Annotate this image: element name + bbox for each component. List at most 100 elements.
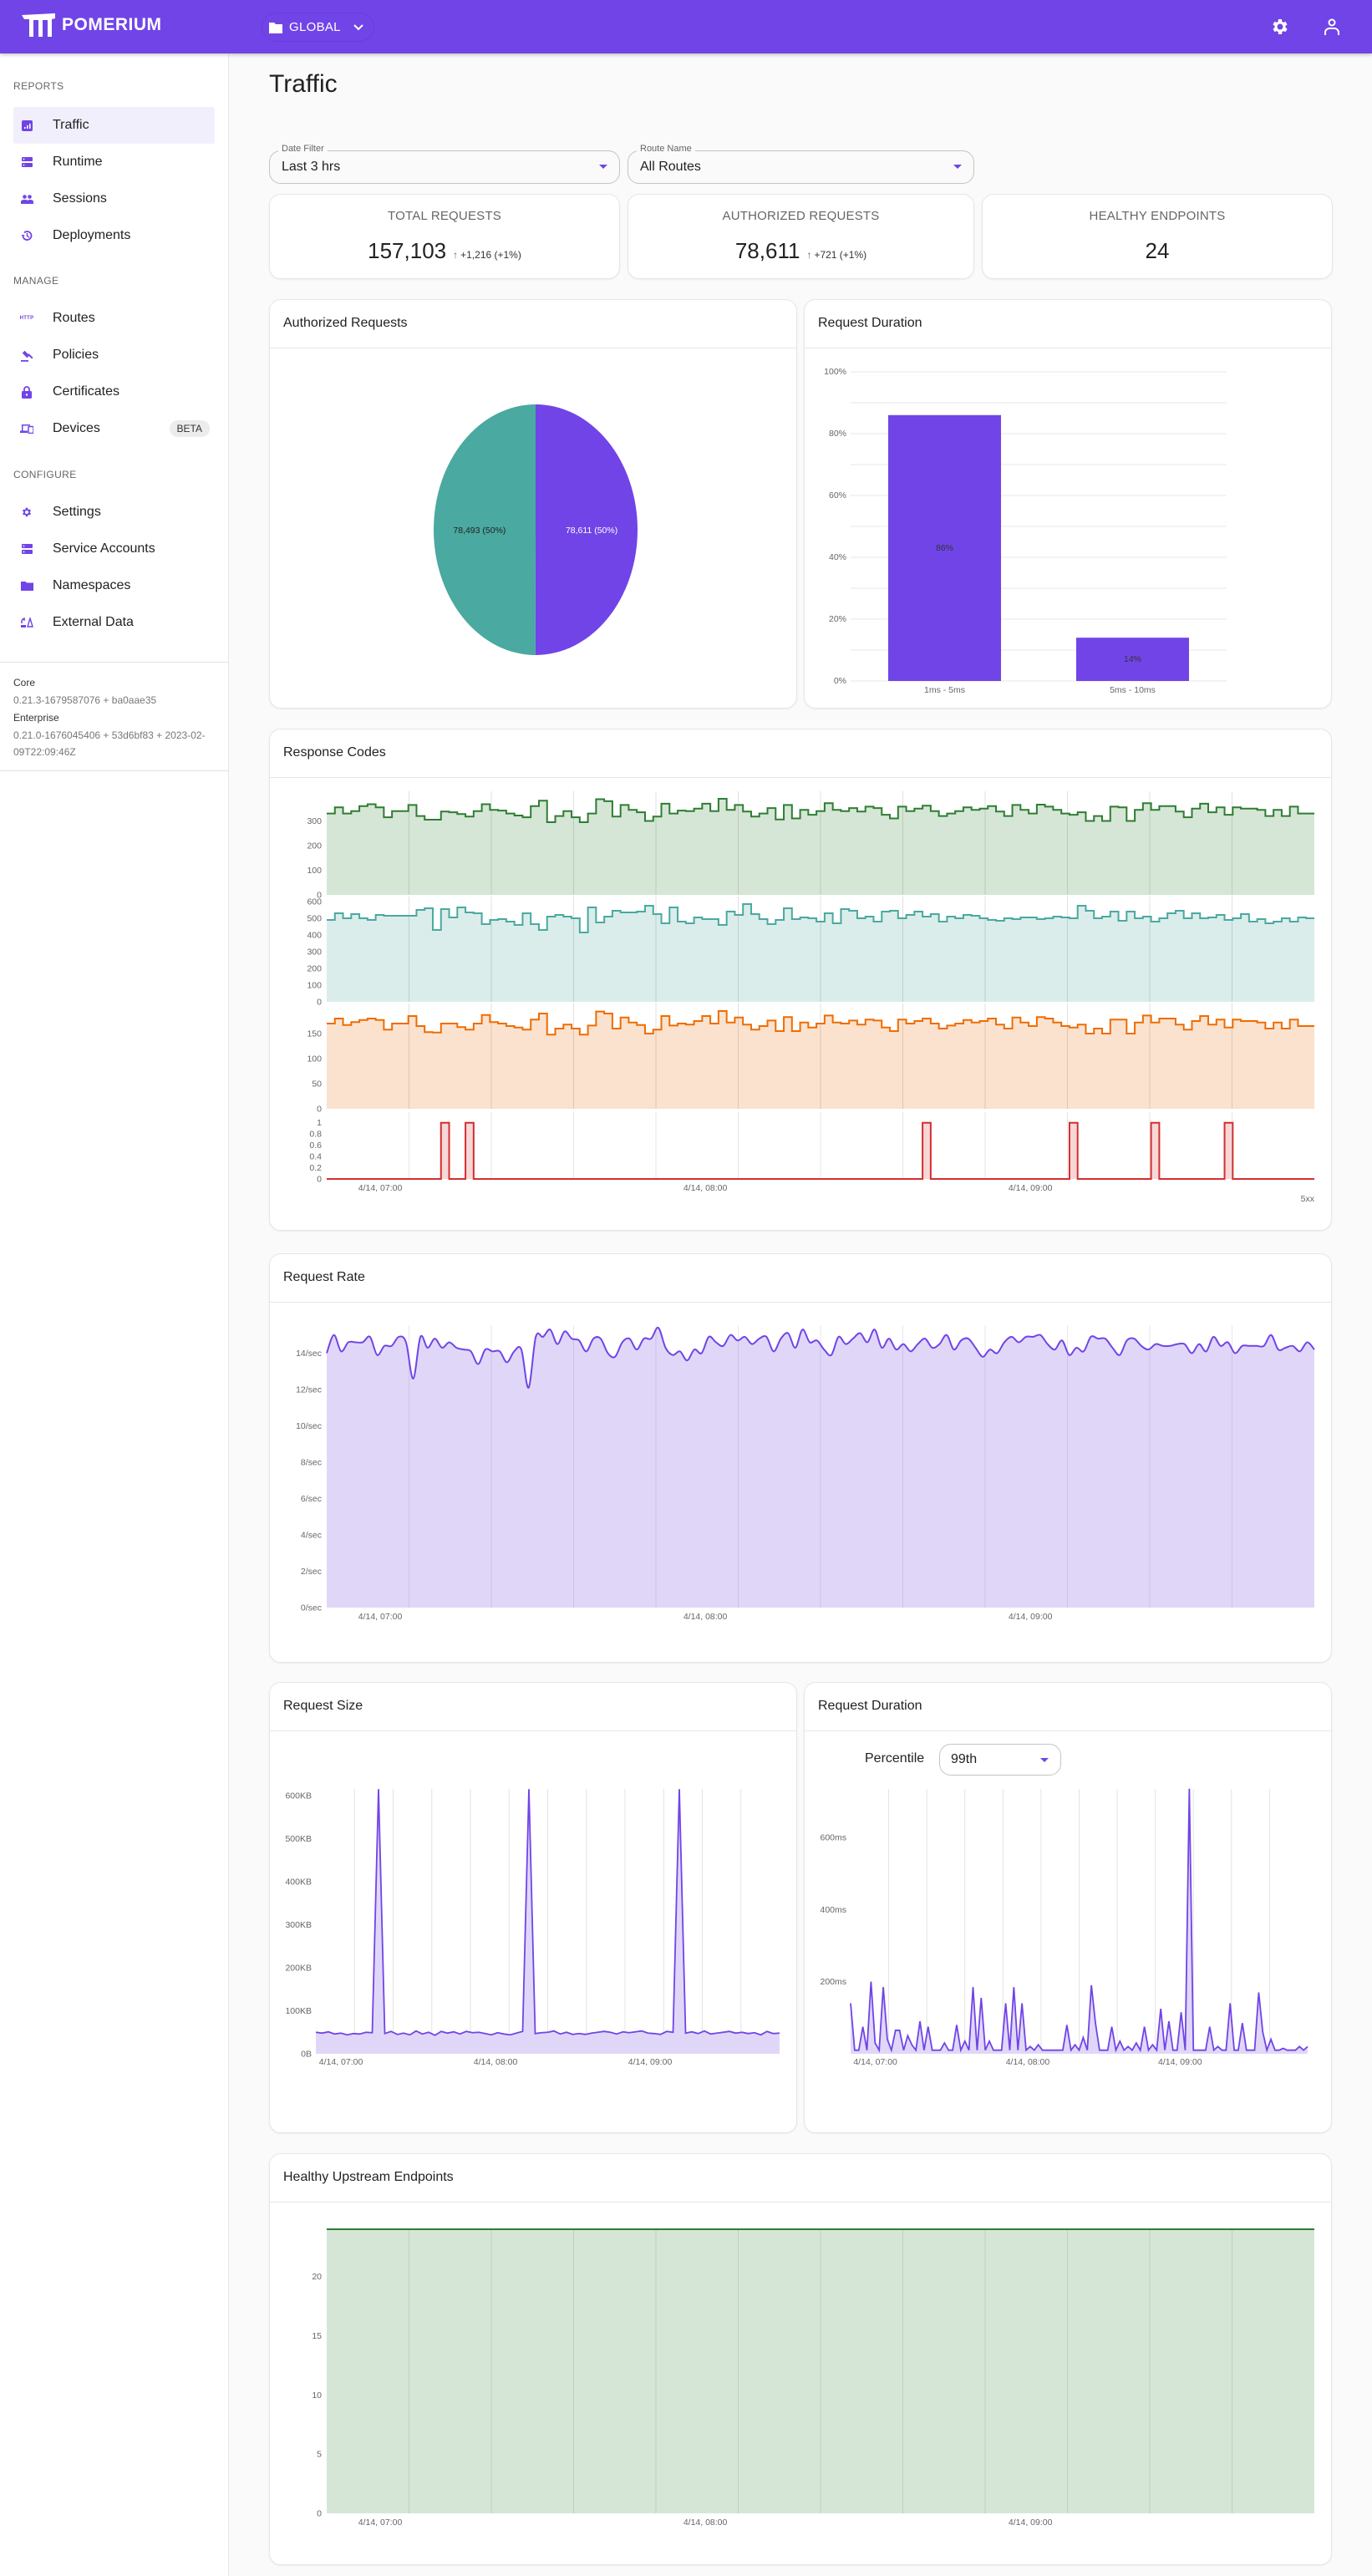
dropdown-arrow-icon [599,165,607,169]
sidebar-item-policies[interactable]: Policies [13,337,215,373]
history-icon [20,229,33,242]
y-tick-label: 300KB [285,1920,312,1930]
sidebar-item-label: Settings [53,505,101,519]
dropdown-arrow-icon [953,165,962,169]
y-tick-label: 600 [307,897,322,907]
x-tick-label: 4/14, 07:00 [358,1183,403,1193]
y-tick-label: 20% [829,614,846,624]
sidebar-item-label: Routes [53,311,95,325]
gear-icon [1273,19,1288,34]
sidebar-item-label: Policies [53,348,99,362]
x-tick-label: 1ms - 5ms [924,685,965,695]
y-tick-label: 0 [317,2509,322,2519]
healthy-endpoints-chart: 0 5 10 15 20 4/14, 07:00 4/14, 08:00 4/14, 09:0… [312,2228,1314,2528]
y-tick-label: 200ms [820,1977,846,1987]
stat-card-total-requests: TOTAL REQUESTS 157,103 ↑ +1,216 (+1%) [269,194,620,279]
y-tick-label: 0% [834,676,846,686]
y-tick-label: 6/sec [301,1494,322,1504]
y-tick-label: 0B [301,2050,312,2060]
route-name-label: Route Name [637,144,695,154]
x-tick-label: 4/14, 07:00 [853,2057,897,2067]
authorized-requests-pie-chart: 78,611 (50%) 78,493 (50%) [434,404,638,655]
pie-slice-label: 78,493 (50%) [453,526,506,536]
arrow-up-icon: ↑ [806,249,812,261]
request-duration-line-chart: 200ms 400ms 600ms 4/14, 07:00 4/14, 08:00 4/1… [820,1788,1308,2067]
date-filter-label: Date Filter [278,144,328,154]
beta-badge: BETA [169,420,210,437]
core-version-label: Core [13,677,36,688]
x-tick-label: 4/14, 09:00 [1009,2518,1053,2528]
response-codes-card: Response Codes 0 100 200 300 0 100 200 300 400 50… [269,729,1332,1231]
sidebar-item-certificates[interactable]: Certificates [13,373,215,410]
pie-slice-label: 78,611 (50%) [566,526,617,536]
sidebar-item-label: Service Accounts [53,541,155,556]
y-tick-label: 50 [312,1080,322,1090]
stat-title: TOTAL REQUESTS [388,209,501,223]
y-tick-label: 0 [317,998,322,1008]
sidebar-item-routes[interactable]: HTTP Routes [13,300,215,337]
traffic-chart-icon [20,119,33,132]
sidebar-item-label: Deployments [53,228,131,242]
section-title-manage: MANAGE [13,275,59,287]
pomerium-logo[interactable]: POMERIUM [20,12,162,38]
y-tick-label: 400KB [285,1877,312,1888]
page-title: Traffic [269,70,338,98]
route-name-select[interactable]: Route Name All Routes [628,144,974,184]
sidebar-item-traffic[interactable]: Traffic [13,107,215,144]
sidebar-item-sessions[interactable]: Sessions [13,180,215,217]
sidebar-item-external-data[interactable]: External Data [13,604,215,641]
y-tick-label: 1 [317,1118,322,1128]
healthy-endpoints-card: Healthy Upstream Endpoints 0 5 10 15 20 4/14,… [269,2153,1332,2565]
x-tick-label: 4/14, 08:00 [474,2057,518,2067]
date-filter-select[interactable]: Date Filter Last 3 hrs [269,144,620,184]
section-title-configure: CONFIGURE [13,469,77,480]
sidebar-item-runtime[interactable]: Runtime [13,144,215,180]
sync-data-icon [20,616,33,629]
y-tick-label: 0.4 [309,1152,322,1162]
sidebar-item-devices[interactable]: Devices BETA [13,410,215,447]
y-tick-label: 300 [307,816,322,826]
folder-icon [269,22,282,33]
stat-title: AUTHORIZED REQUESTS [722,209,880,223]
user-icon [1324,18,1339,35]
settings-button[interactable] [1270,17,1290,37]
y-tick-label: 100 [307,866,322,876]
y-tick-label: 150 [307,1029,322,1039]
y-tick-label: 5 [317,2450,322,2460]
y-tick-label: 14/sec [296,1349,322,1359]
namespace-selector[interactable]: GLOBAL [262,13,374,42]
bar-value-label: 14% [1124,654,1141,664]
stat-delta: ↑ +721 (+1%) [806,249,867,261]
x-tick-label: 4/14, 08:00 [1006,2057,1050,2067]
http-icon: HTTP [19,316,34,321]
sidebar-item-service-accounts[interactable]: Service Accounts [13,531,215,567]
y-tick-label: 10/sec [296,1421,322,1431]
y-tick-label: 400 [307,931,322,941]
sidebar-item-settings[interactable]: Settings [13,494,215,531]
sidebar-item-deployments[interactable]: Deployments [13,217,215,254]
y-tick-label: 100% [824,367,846,377]
stat-value: 157,103 [368,238,447,263]
y-tick-label: 600ms [820,1833,846,1843]
sidebar-divider [0,662,228,663]
request-rate-chart: 0/sec 2/sec 4/sec 6/sec 8/sec 10/sec 12/sec 14/… [296,1325,1315,1622]
date-filter-value: Last 3 hrs [282,160,341,174]
y-tick-label: 200 [307,964,322,974]
y-tick-label: 0.6 [309,1141,322,1151]
y-tick-label: 0.2 [309,1163,322,1173]
response-codes-chart: 0100200300010020030040050060005010015000… [307,791,1315,1204]
x-tick-label: 5ms - 10ms [1110,685,1156,695]
gear-icon [20,506,33,519]
request-duration-percentile-card: Request Duration Percentile 99th 200ms 40… [804,1682,1332,2133]
request-rate-card: Request Rate 0/sec 2/sec 4/sec 6/sec 8/sec 10… [269,1253,1332,1663]
arrow-up-icon: ↑ [453,249,459,261]
sidebar-divider [0,770,228,771]
x-tick-label: 4/14, 09:00 [1158,2057,1202,2067]
devices-icon [20,422,33,435]
sidebar-item-namespaces[interactable]: Namespaces [13,567,215,604]
y-tick-label: 4/sec [301,1531,322,1541]
x-tick-label: 4/14, 08:00 [683,1612,728,1622]
account-button[interactable] [1322,17,1342,37]
x-tick-label: 4/14, 09:00 [628,2057,673,2067]
stat-delta: ↑ +1,216 (+1%) [453,249,521,261]
